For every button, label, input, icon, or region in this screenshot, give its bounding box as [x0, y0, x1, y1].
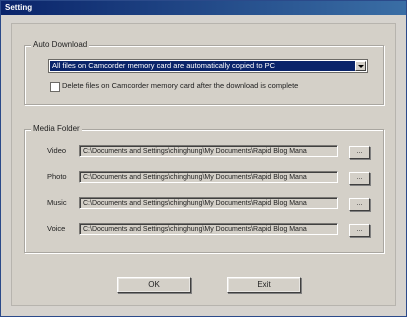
- delete-files-checkbox[interactable]: [50, 82, 60, 92]
- voice-browse-button[interactable]: ...: [349, 224, 370, 237]
- photo-path-field[interactable]: C:\Documents and Settings\chinghung\My D…: [79, 171, 338, 183]
- video-browse-button[interactable]: ...: [349, 146, 370, 159]
- photo-browse-button[interactable]: ...: [349, 172, 370, 185]
- auto-download-selected-option: All files on Camcorder memory card are a…: [50, 61, 356, 71]
- video-label: Video: [47, 146, 67, 155]
- window-title: Setting: [1, 1, 406, 15]
- auto-download-title: Auto Download: [31, 40, 90, 50]
- media-folder-title: Media Folder: [31, 124, 82, 134]
- music-browse-button[interactable]: ...: [349, 198, 370, 211]
- auto-download-select[interactable]: All files on Camcorder memory card are a…: [48, 59, 368, 73]
- photo-label: Photo: [47, 172, 67, 181]
- music-label: Music: [47, 198, 67, 207]
- ok-button[interactable]: OK: [117, 277, 191, 293]
- auto-download-group: Auto Download: [24, 40, 384, 105]
- voice-label: Voice: [47, 224, 66, 233]
- exit-button[interactable]: Exit: [227, 277, 301, 293]
- video-path-field[interactable]: C:\Documents and Settings\chinghung\My D…: [79, 145, 338, 157]
- delete-files-label: Delete files on Camcorder memory card af…: [62, 81, 299, 90]
- voice-path-field[interactable]: C:\Documents and Settings\chinghung\My D…: [79, 223, 338, 235]
- music-path-field[interactable]: C:\Documents and Settings\chinghung\My D…: [79, 197, 338, 209]
- chevron-down-icon[interactable]: [355, 61, 366, 71]
